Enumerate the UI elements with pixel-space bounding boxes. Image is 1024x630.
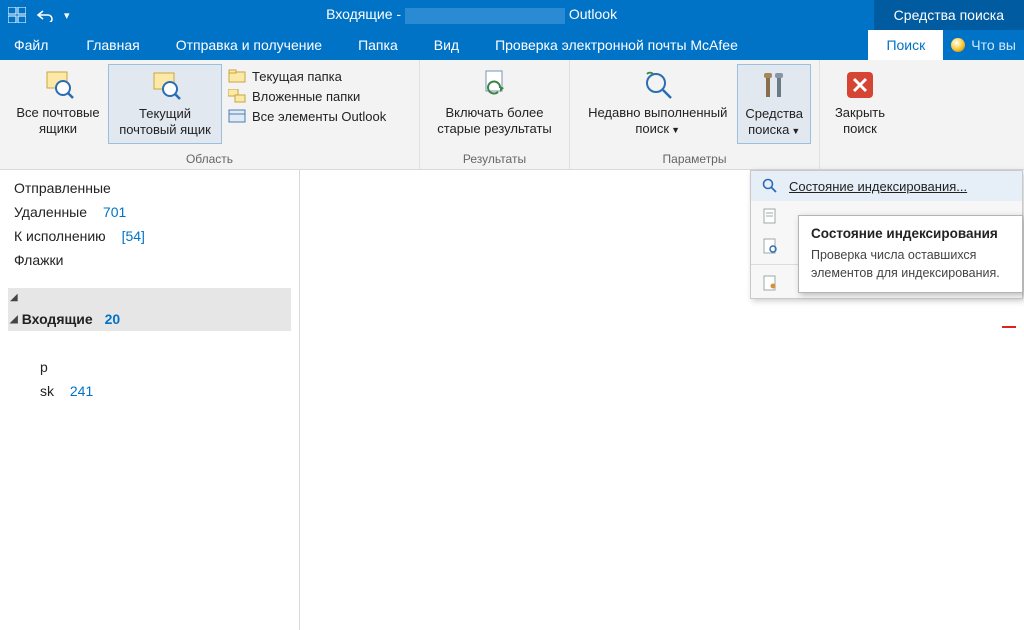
folder-sub-1[interactable] bbox=[8, 331, 291, 355]
folder-inbox[interactable]: ◢ Входящие 20 bbox=[8, 307, 291, 331]
current-mailbox-button[interactable]: Текущий почтовый ящик bbox=[108, 64, 222, 144]
tab-folder[interactable]: Папка bbox=[340, 30, 416, 60]
subfolders-option[interactable]: Вложенные папки bbox=[228, 88, 386, 104]
folder-sub-p[interactable]: р bbox=[8, 355, 291, 379]
group-label-scope: Область bbox=[8, 150, 411, 168]
include-older-button[interactable]: Включать более старые результаты bbox=[428, 64, 561, 142]
folder-icon bbox=[228, 68, 246, 84]
magnifier-status-icon bbox=[761, 177, 779, 195]
tooltip-title: Состояние индексирования bbox=[811, 226, 1010, 241]
tab-send-receive[interactable]: Отправка и получение bbox=[158, 30, 340, 60]
lightbulb-icon bbox=[951, 38, 965, 52]
title-bar: ▾ Входящие - Outlook Средства поиска bbox=[0, 0, 1024, 30]
scope-options: Текущая папка Вложенные папки Все элемен… bbox=[222, 64, 392, 128]
group-label-results: Результаты bbox=[428, 150, 561, 168]
indexing-status-item[interactable]: Состояние индексирования... bbox=[751, 171, 1022, 201]
tab-view[interactable]: Вид bbox=[416, 30, 477, 60]
chevron-down-icon: ▼ bbox=[791, 126, 800, 136]
all-outlook-items-option[interactable]: Все элементы Outlook bbox=[228, 108, 386, 124]
folder-followup[interactable]: К исполнению [54] bbox=[8, 224, 291, 248]
quick-access-toolbar: ▾ bbox=[0, 7, 70, 23]
qat-window-icon[interactable] bbox=[8, 7, 26, 23]
contextual-tab-label: Средства поиска bbox=[874, 0, 1024, 30]
tab-mcafee[interactable]: Проверка электронной почты McAfee bbox=[477, 30, 756, 60]
red-indicator bbox=[1002, 326, 1016, 328]
recent-search-icon bbox=[641, 68, 675, 102]
mailbox-search-icon bbox=[41, 68, 75, 102]
ribbon-tabs: Файл Главная Отправка и получение Папка … bbox=[0, 30, 1024, 60]
recent-searches-button[interactable]: Недавно выполненный поиск▼ bbox=[578, 64, 737, 142]
all-mailboxes-button[interactable]: Все почтовые ящики bbox=[8, 64, 108, 142]
folder-deleted[interactable]: Удаленные 701 bbox=[8, 200, 291, 224]
tools-icon bbox=[757, 69, 791, 103]
tooltip: Состояние индексирования Проверка числа … bbox=[798, 215, 1023, 293]
close-search-button[interactable]: Закрыть поиск bbox=[828, 64, 892, 142]
document-icon bbox=[761, 207, 779, 225]
subfolders-icon bbox=[228, 88, 246, 104]
folder-pane: Отправленные Удаленные 701 К исполнению … bbox=[0, 170, 300, 630]
redacted-account bbox=[405, 8, 565, 24]
tab-home[interactable]: Главная bbox=[68, 30, 157, 60]
collapse-triangle-icon: ◢ bbox=[10, 314, 18, 325]
window-title: Входящие - Outlook bbox=[70, 6, 874, 23]
current-folder-option[interactable]: Текущая папка bbox=[228, 68, 386, 84]
mailbox-search-icon bbox=[148, 69, 182, 103]
group-label-options: Параметры bbox=[578, 150, 811, 168]
search-tools-button[interactable]: Средства поиска▼ bbox=[737, 64, 811, 144]
document-refresh-icon bbox=[478, 68, 512, 102]
folder-flags[interactable]: Флажки bbox=[8, 248, 291, 272]
collapse-triangle-icon: ◢ bbox=[10, 292, 18, 303]
folder-sent[interactable]: Отправленные bbox=[8, 176, 291, 200]
tab-file[interactable]: Файл bbox=[0, 30, 62, 60]
undo-icon[interactable] bbox=[36, 8, 54, 22]
outlook-items-icon bbox=[228, 108, 246, 124]
chevron-down-icon: ▼ bbox=[671, 125, 680, 135]
tooltip-body: Проверка числа оставшихся элементов для … bbox=[811, 247, 1010, 282]
ribbon: Все почтовые ящики Текущий почтовый ящик… bbox=[0, 60, 1024, 170]
account-header[interactable]: ◢ bbox=[8, 288, 291, 307]
close-icon bbox=[843, 68, 877, 102]
tell-me[interactable]: Что вы bbox=[943, 37, 1024, 53]
document-search-icon bbox=[761, 237, 779, 255]
settings-doc-icon bbox=[761, 274, 779, 292]
tab-search[interactable]: Поиск bbox=[868, 30, 943, 60]
folder-sub-sk[interactable]: sk 241 bbox=[8, 379, 291, 403]
